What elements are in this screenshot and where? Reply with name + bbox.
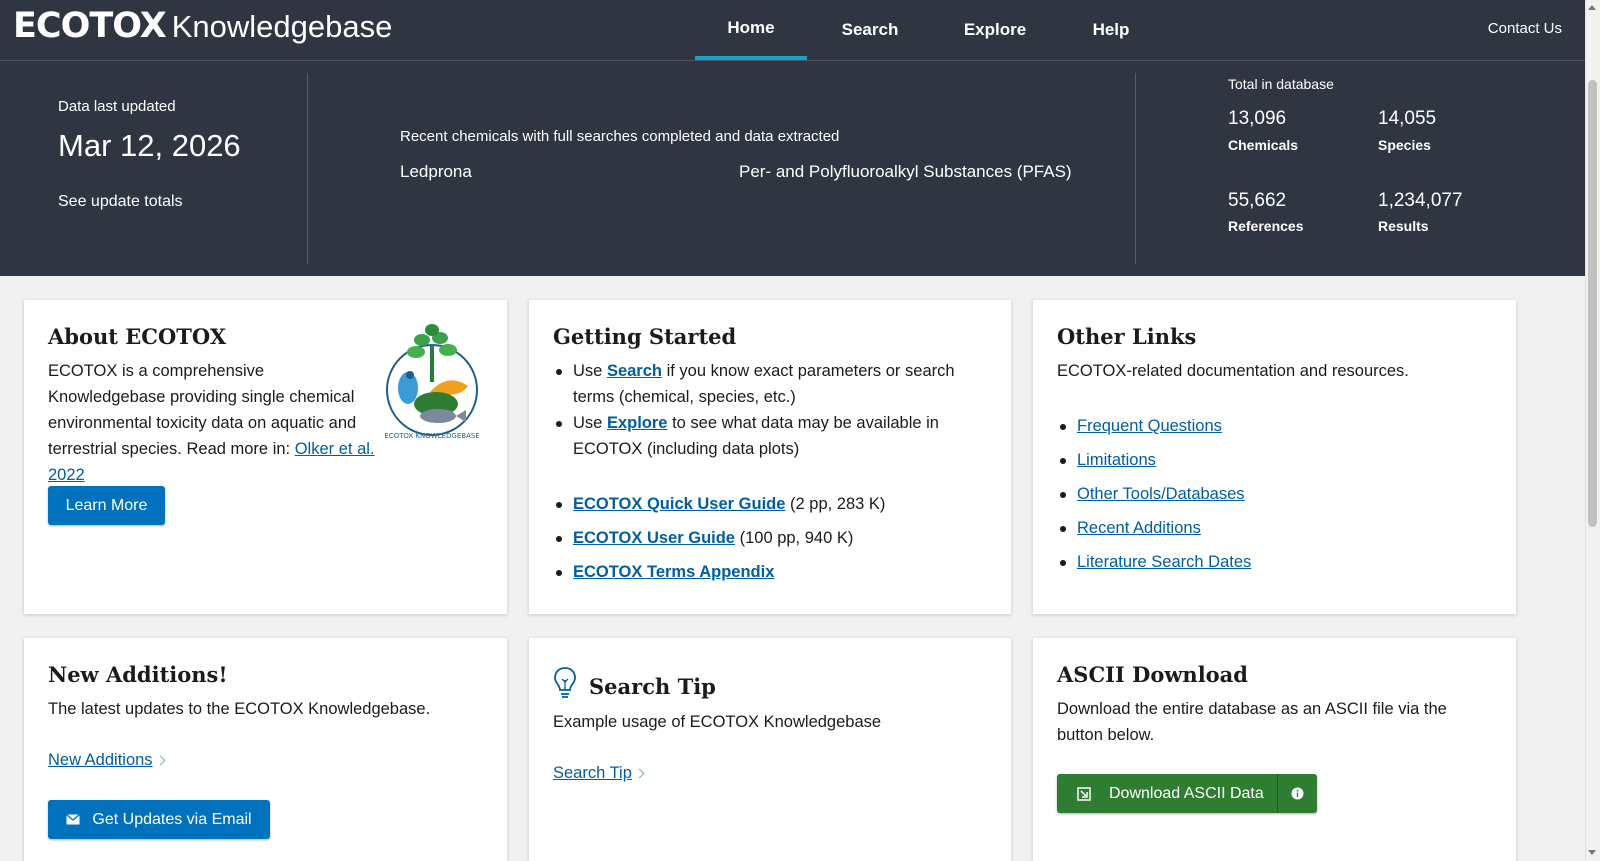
- list-item: Frequent Questions: [1057, 413, 1497, 439]
- getting-started-list: Use Search if you know exact parameters …: [553, 358, 993, 462]
- totals-label: Total in database: [1228, 76, 1334, 92]
- limitations-link[interactable]: Limitations: [1077, 451, 1156, 469]
- list-item: ECOTOX Quick User Guide (2 pp, 283 K): [553, 491, 993, 517]
- ascii-download-body: Download the entire database as an ASCII…: [1057, 700, 1447, 744]
- list-item: ECOTOX User Guide (100 pp, 940 K): [553, 525, 993, 551]
- recent-additions-link[interactable]: Recent Additions: [1077, 519, 1201, 537]
- nav-tab-explore[interactable]: Explore: [945, 0, 1045, 60]
- get-updates-label: Get Updates via Email: [92, 810, 252, 828]
- banner-divider: [307, 73, 308, 264]
- stat-results-value: 1,234,077: [1378, 190, 1463, 211]
- data-updated-date: Mar 12, 2026: [58, 128, 241, 163]
- list-item: Other Tools/Databases: [1057, 481, 1497, 507]
- stat-references-value: 55,662: [1228, 190, 1287, 211]
- search-tip-title: Search Tip: [589, 674, 716, 699]
- brand-name: ECOTOX: [13, 6, 167, 46]
- brand-suffix: Knowledgebase: [171, 9, 393, 44]
- guide-note: (100 pp, 940 K): [739, 529, 854, 547]
- list-item: Recent Additions: [1057, 515, 1497, 541]
- guide-note: (2 pp, 283 K): [790, 495, 886, 513]
- new-additions-body: The latest updates to the ECOTOX Knowled…: [48, 700, 431, 718]
- list-item: Use Search if you know exact parameters …: [553, 358, 993, 410]
- nav-tab-home[interactable]: Home: [695, 0, 807, 60]
- stat-species-value: 14,055: [1378, 108, 1437, 129]
- stat-chemicals-label: Chemicals: [1228, 137, 1299, 153]
- about-card: About ECOTOX ECOTOX is a comprehensive K…: [24, 300, 507, 614]
- list-item: ECOTOX Terms Appendix: [553, 559, 993, 585]
- download-info-button[interactable]: [1277, 774, 1317, 813]
- contact-us-link[interactable]: Contact Us: [1488, 20, 1562, 37]
- search-tip-link-wrap[interactable]: Search Tip: [553, 760, 645, 786]
- other-links-card: Other Links ECOTOX-related documentation…: [1033, 300, 1516, 614]
- site-logo[interactable]: ECOTOX Knowledgebase: [13, 6, 392, 46]
- stat-chemicals-value: 13,096: [1228, 108, 1287, 129]
- new-additions-card: New Additions! The latest updates to the…: [24, 638, 507, 861]
- scroll-up-arrow-icon[interactable]: [1588, 5, 1596, 10]
- logo-text: ECOTOX KNOWLEDGEBASE: [384, 432, 479, 440]
- data-updated-label: Data last updated: [58, 98, 176, 115]
- list-item: Limitations: [1057, 447, 1497, 473]
- quick-user-guide-link[interactable]: ECOTOX Quick User Guide: [573, 495, 785, 513]
- scroll-down-arrow-icon[interactable]: [1588, 850, 1596, 855]
- summary-banner: Data last updated Mar 12, 2026 See updat…: [0, 61, 1585, 276]
- search-tip-card: Search Tip Example usage of ECOTOX Knowl…: [529, 638, 1011, 861]
- item-prefix: Use: [573, 362, 603, 380]
- download-ascii-button[interactable]: Download ASCII Data: [1057, 774, 1317, 813]
- frequent-questions-link[interactable]: Frequent Questions: [1077, 417, 1222, 435]
- literature-search-dates-link[interactable]: Literature Search Dates: [1077, 553, 1251, 571]
- search-tip-link[interactable]: Search Tip: [553, 764, 632, 782]
- top-navigation-bar: ECOTOX Knowledgebase Home Search Explore …: [0, 0, 1585, 61]
- search-link[interactable]: Search: [607, 362, 662, 380]
- list-item: Literature Search Dates: [1057, 549, 1497, 575]
- ascii-download-title: ASCII Download: [1057, 662, 1248, 687]
- scrollbar-thumb[interactable]: [1588, 80, 1597, 527]
- terms-appendix-link[interactable]: ECOTOX Terms Appendix: [573, 563, 774, 581]
- chevron-right-icon: [634, 768, 645, 779]
- info-icon: [1291, 787, 1304, 800]
- about-title: About ECOTOX: [48, 324, 227, 349]
- stat-results-label: Results: [1378, 218, 1429, 234]
- user-guide-link[interactable]: ECOTOX User Guide: [573, 529, 735, 547]
- new-additions-link-wrap[interactable]: New Additions: [48, 747, 166, 773]
- search-tip-body: Example usage of ECOTOX Knowledgebase: [553, 713, 882, 731]
- getting-started-title: Getting Started: [553, 324, 737, 349]
- stat-species-label: Species: [1378, 137, 1431, 153]
- recent-chemical-item[interactable]: Per- and Polyfluoroalkyl Substances (PFA…: [739, 162, 1072, 182]
- nav-tab-search[interactable]: Search: [825, 0, 915, 60]
- envelope-icon: [66, 814, 81, 825]
- recent-chemicals-label: Recent chemicals with full searches comp…: [400, 128, 840, 145]
- get-updates-email-button[interactable]: Get Updates via Email: [48, 800, 270, 839]
- lightbulb-icon: [553, 666, 577, 705]
- ecotox-logo: ECOTOX KNOWLEDGEBASE: [378, 320, 486, 442]
- learn-more-button[interactable]: Learn More: [48, 486, 165, 525]
- new-additions-title: New Additions!: [48, 662, 228, 687]
- explore-link[interactable]: Explore: [607, 414, 668, 432]
- new-additions-link[interactable]: New Additions: [48, 751, 153, 769]
- item-prefix: Use: [573, 414, 603, 432]
- download-icon: [1077, 786, 1091, 801]
- vertical-scrollbar[interactable]: [1585, 0, 1600, 861]
- about-body: ECOTOX is a comprehensive Knowledgebase …: [48, 358, 378, 488]
- stat-references-label: References: [1228, 218, 1304, 234]
- read-more-prefix: Read more in:: [186, 440, 291, 458]
- guides-list: ECOTOX Quick User Guide (2 pp, 283 K) EC…: [553, 491, 993, 585]
- ascii-download-card: ASCII Download Download the entire datab…: [1033, 638, 1516, 861]
- download-ascii-label: Download ASCII Data: [1109, 784, 1264, 802]
- nav-tab-help[interactable]: Help: [1070, 0, 1152, 60]
- chevron-right-icon: [155, 755, 166, 766]
- other-tools-link[interactable]: Other Tools/Databases: [1077, 485, 1245, 503]
- banner-divider: [1135, 73, 1136, 264]
- see-update-totals-link[interactable]: See update totals: [58, 193, 183, 211]
- getting-started-card: Getting Started Use Search if you know e…: [529, 300, 1011, 614]
- other-links-title: Other Links: [1057, 324, 1197, 349]
- recent-chemical-item[interactable]: Ledprona: [400, 162, 472, 182]
- list-item: Use Explore to see what data may be avai…: [553, 410, 993, 462]
- other-links-body: ECOTOX-related documentation and resourc…: [1057, 362, 1409, 380]
- other-links-list: Frequent Questions Limitations Other Too…: [1057, 413, 1497, 575]
